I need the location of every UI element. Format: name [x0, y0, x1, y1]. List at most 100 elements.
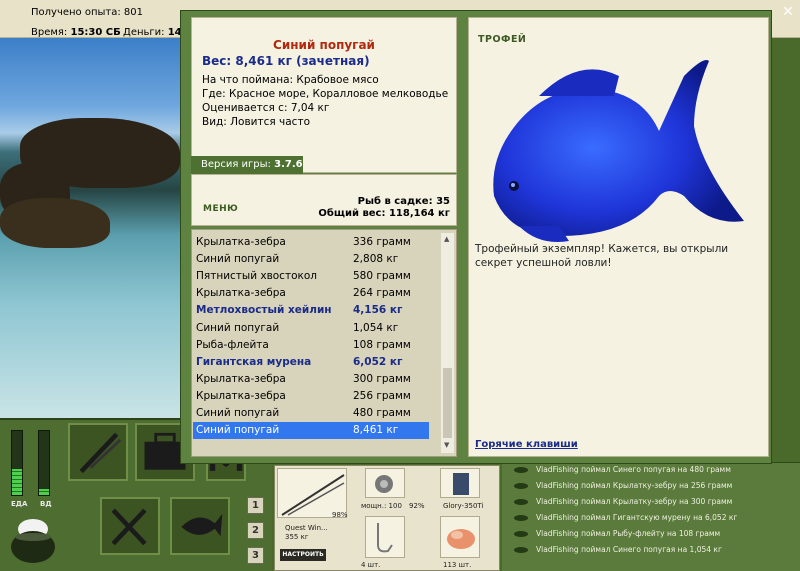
log-line: VladFishing поймал Синего попугая на 1,0… — [514, 545, 722, 554]
fish-mark-icon — [514, 483, 528, 489]
xp-readout: Получено опыта: 801 — [31, 7, 143, 18]
catch-fish-weight: 1,054 кг — [353, 321, 399, 334]
menu-button[interactable]: МЕНЮ — [203, 204, 238, 214]
xp-value: 801 — [123, 7, 143, 18]
log-line: VladFishing поймал Гигантскую мурену на … — [514, 513, 737, 522]
location-scene[interactable] — [0, 38, 180, 418]
log-line: VladFishing поймал Крылатку-зебру на 256… — [514, 481, 732, 490]
cooking-pot-icon[interactable] — [10, 515, 56, 565]
reel-power: мощн.: 100 — [361, 502, 402, 510]
catch-list-row[interactable]: Гигантская мурена 6,052 кг — [193, 354, 429, 371]
scroll-down-icon[interactable]: ▼ — [444, 441, 449, 449]
catch-list-row[interactable]: Крылатка-зебра 336 грамм — [193, 234, 429, 251]
catch-fish-weight: 580 грамм — [353, 270, 411, 283]
setup-button[interactable]: НАСТРОИТЬ — [280, 549, 326, 561]
fish-weight: Вес: 8,461 кг (зачетная) — [202, 54, 370, 68]
bait-info: На что поймана: Крабовое мясо — [202, 74, 379, 86]
catch-fish-name: Рыба-флейта — [196, 338, 269, 351]
rods-icon[interactable] — [68, 423, 128, 481]
close-icon[interactable]: ✕ — [779, 4, 797, 20]
fish-mark-icon — [514, 499, 528, 505]
slot-3-button[interactable]: 3 — [247, 547, 264, 564]
summary-panel: МЕНЮ Рыб в садке: 35 Общий вес: 118,164 … — [191, 174, 457, 226]
money-label: Деньги: — [123, 27, 165, 38]
catch-list[interactable]: ▲ ▼ Крылатка-зебра 336 грамм Синий попугай… — [191, 229, 457, 457]
catch-fish-weight: 300 грамм — [353, 372, 411, 385]
catch-fish-name: Гигантская мурена — [196, 355, 312, 368]
version-value: 3.7.6 — [274, 159, 303, 170]
log-line: VladFishing поймал Крылатку-зебру на 300… — [514, 497, 732, 506]
fish-mark-icon — [514, 515, 528, 521]
line-slot[interactable] — [440, 468, 480, 498]
fish-mark-icon — [514, 547, 528, 553]
reel-percent: 92% — [409, 502, 425, 510]
catch-list-row[interactable]: Крылатка-зебра 256 грамм — [193, 388, 429, 405]
catch-fish-weight: 8,461 кг — [353, 424, 399, 437]
hotkeys-link[interactable]: Горячие клавиши — [475, 439, 578, 450]
catch-fish-name: Метлохвостый хейлин — [196, 304, 332, 317]
catch-list-row[interactable]: Синий попугай 2,808 кг — [193, 251, 429, 268]
catch-list-row[interactable]: Синий попугай 480 грамм — [193, 405, 429, 422]
fish-icon[interactable] — [170, 497, 230, 555]
sleep-meter — [38, 430, 50, 496]
fork-knife-icon[interactable] — [100, 497, 160, 555]
catch-fish-weight: 264 грамм — [353, 287, 411, 300]
fish-title: Синий попугай — [273, 38, 375, 52]
bait-slot[interactable] — [440, 516, 480, 558]
xp-label: Получено опыта: — [31, 7, 121, 18]
food-meter-fill — [12, 469, 22, 495]
food-label: ЕДА — [11, 500, 28, 508]
scroll-up-icon[interactable]: ▲ — [444, 235, 449, 243]
catch-list-row[interactable]: Метлохвостый хейлин 4,156 кг — [193, 302, 429, 319]
catch-fish-weight: 4,156 кг — [353, 304, 403, 317]
list-scrollbar[interactable]: ▲ ▼ — [441, 233, 454, 453]
catch-list-row[interactable]: Рыба-флейта 108 грамм — [193, 337, 429, 354]
sleep-label: ВД — [40, 500, 52, 508]
line-name: Glory-350Ti — [443, 502, 484, 510]
hook-count: 4 шт. — [361, 561, 381, 569]
catch-list-row[interactable]: Синий попугай 1,054 кг — [193, 320, 429, 337]
catch-fish-weight: 256 грамм — [353, 389, 411, 402]
hook-slot[interactable] — [365, 516, 405, 558]
catch-fish-name: Крылатка-зебра — [196, 236, 286, 248]
catch-fish-weight: 336 грамм — [353, 236, 411, 248]
food-meter — [11, 430, 23, 496]
catch-fish-weight: 480 грамм — [353, 407, 411, 419]
game-screen: Получено опыта: 801 Время: 15:30 СБ День… — [0, 0, 800, 571]
log-line: VladFishing поймал Синего попугая на 480… — [514, 465, 731, 474]
catch-info-panel: Синий попугай Вес: 8,461 кг (зачетная) Н… — [191, 17, 457, 173]
sleep-meter-fill — [39, 488, 49, 495]
catch-list-row[interactable]: Синий попугай 8,461 кг — [193, 422, 429, 440]
bait-count: 113 шт. — [443, 561, 472, 569]
catch-fish-name: Крылатка-зебра — [196, 372, 286, 385]
fish-mark-icon — [514, 531, 528, 537]
total-weight: Общий вес: 118,164 кг — [318, 208, 450, 219]
version-badge: Версия игры: 3.7.6 — [191, 156, 303, 174]
catch-list-row[interactable]: Пятнистый хвостокол 580 грамм — [193, 268, 429, 285]
log-line-text: VladFishing поймал Крылатку-зебру на 300… — [536, 497, 733, 506]
kind-info: Вид: Ловится часто — [202, 116, 310, 128]
catch-list-row[interactable]: Крылатка-зебра 300 грамм — [193, 371, 429, 388]
rod-percent: 98% — [332, 511, 348, 519]
slot-1-button[interactable]: 1 — [247, 497, 264, 514]
value-info: Оценивается с: 7,04 кг — [202, 102, 330, 114]
catch-fish-name: Крылатка-зебра — [196, 287, 286, 300]
scroll-thumb[interactable] — [443, 368, 452, 438]
place-info: Где: Красное море, Коралловое мелководье — [202, 88, 449, 100]
rock-shape — [0, 198, 110, 248]
money-readout: Деньги: 14 — [123, 27, 182, 38]
time-readout: Время: 15:30 СБ — [31, 27, 121, 38]
catch-fish-name: Синий попугай — [196, 424, 280, 437]
catch-fish-name: Пятнистый хвостокол — [196, 270, 317, 283]
rod-weight: 355 кг — [285, 533, 309, 541]
reel-slot[interactable] — [365, 468, 405, 498]
blue-parrotfish-image — [493, 60, 744, 242]
catch-fish-name: Синий попугай — [196, 321, 280, 334]
catch-fish-name: Синий попугай — [196, 407, 280, 419]
fish-count: Рыб в садке: 35 — [357, 196, 450, 207]
catch-list-row[interactable]: Крылатка-зебра 264 грамм — [193, 285, 429, 302]
version-label: Версия игры: — [201, 159, 271, 170]
catch-fish-weight: 2,808 кг — [353, 253, 399, 266]
trophy-description: Трофейный экземпляр! Кажется, вы открыли… — [475, 243, 729, 269]
slot-2-button[interactable]: 2 — [247, 522, 264, 539]
